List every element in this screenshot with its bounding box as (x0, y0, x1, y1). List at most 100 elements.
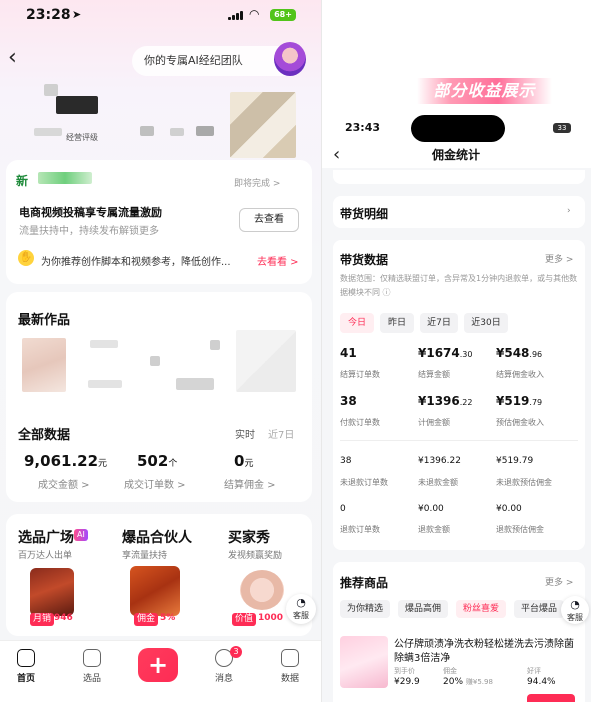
commissionable-amount: ¥1396.22 (418, 394, 472, 408)
chip-fans-favorite[interactable]: 粉丝喜爱 (456, 600, 506, 618)
right-status-time: 23:43 (345, 121, 381, 134)
promo-title: 电商视频投稿享专属流量激励 (19, 206, 162, 219)
latest-work-mosaic (150, 356, 160, 366)
recommended-more-link[interactable]: 更多 > (545, 575, 573, 588)
module-buyer-show-subtitle: 发视频赢奖励 (228, 551, 283, 561)
settled-commission-income-decimal: .96 (529, 350, 543, 359)
profile-meta-mosaic (140, 126, 154, 136)
chip-yesterday[interactable]: 昨日 (380, 313, 414, 333)
module-product-plaza-image[interactable] (30, 568, 74, 616)
module-product-plaza-title[interactable]: 选品广场 (18, 527, 74, 547)
right-customer-service-button[interactable]: ◔ 客服 (561, 596, 589, 624)
settled-amount-label: 结算金额 (418, 370, 450, 379)
battery-indicator: 68+ (270, 9, 296, 21)
module-buyer-show-value: 1000 (258, 613, 284, 623)
add-to-showcase-button[interactable] (527, 694, 575, 702)
product-price: ¥29.9 (394, 677, 420, 687)
stat-order-count: 502个 (137, 452, 177, 470)
recommend-tip-link[interactable]: 去看看 > (257, 253, 299, 268)
latest-works-title: 最新作品 (18, 313, 71, 328)
product-name[interactable]: 公仔牌顽渍净洗衣粉轻松搓洗去污渍除菌除螨3倍洁净 (394, 638, 580, 666)
ai-agent-pill-label: 你的专属AI经纪团队 (144, 54, 243, 67)
goods-data-title: 带货数据 (340, 253, 389, 267)
latest-work-mosaic (210, 340, 220, 350)
unrefunded-estimated-commission: ¥519.79 (496, 456, 534, 466)
settled-amount-value: ¥1674 (418, 346, 460, 360)
goods-data-divider (340, 440, 578, 441)
tab-selection-label: 选品 (82, 674, 101, 684)
headset-icon: ◔ (570, 598, 580, 611)
chip-picked-for-you[interactable]: 为你精选 (340, 600, 390, 618)
tab-data[interactable]: 数据 (270, 649, 310, 684)
chip-platform-hot[interactable]: 平台爆品 (514, 600, 564, 618)
recommend-tip-text: 为你推荐创作脚本和视频参考，降低创作... (41, 257, 231, 268)
hand-wave-icon: ✋ (18, 250, 34, 266)
all-data-title: 全部数据 (18, 428, 71, 443)
messages-badge: 3 (230, 646, 242, 658)
latest-work-mosaic (176, 378, 214, 390)
headset-icon: ◔ (296, 596, 306, 609)
tab-data-label: 数据 (280, 674, 299, 684)
module-product-plaza-subtitle: 百万达人出单 (18, 551, 73, 561)
latest-work-mosaic (236, 330, 296, 392)
chip-hot-high-commission[interactable]: 爆品高佣 (398, 600, 448, 618)
stat-settled-commission-unit: 元 (244, 459, 254, 469)
task-progress-link[interactable]: 即将完成 > (234, 176, 280, 189)
module-hot-partner-title[interactable]: 爆品合伙人 (122, 527, 192, 547)
recommended-title: 推荐商品 (340, 576, 389, 590)
stat-deal-amount-unit: 元 (98, 459, 108, 469)
promo-subtitle: 流量扶持中，持续发布解锁更多 (19, 226, 159, 237)
stat-deal-amount-value: 9,061.22 (24, 452, 99, 470)
chip-last-30-days[interactable]: 近30日 (464, 313, 508, 333)
goods-data-more-link[interactable]: 更多 > (545, 252, 573, 265)
product-price-label: 到手价 (394, 667, 415, 675)
refund-order-count: 0 (340, 504, 346, 514)
module-hot-partner-commission: 5% (160, 613, 176, 623)
stat-order-count-label[interactable]: 成交订单数 > (124, 476, 186, 491)
module-buyer-show-title[interactable]: 买家秀 (228, 527, 270, 547)
ai-agent-avatar[interactable] (274, 42, 306, 76)
profile-name-mosaic (56, 96, 98, 114)
screenshot-divider (321, 0, 322, 702)
tab-realtime[interactable]: 实时 (235, 426, 255, 441)
chart-icon (281, 649, 299, 667)
module-hot-partner-image[interactable] (130, 566, 180, 616)
settled-amount: ¥1674.30 (418, 346, 472, 360)
back-chevron-icon[interactable]: ‹ (8, 46, 28, 70)
chevron-right-icon: › (567, 206, 571, 216)
product-commission-rate: 20% (443, 677, 464, 687)
latest-work-thumbnail[interactable] (22, 338, 66, 392)
profile-meta-mosaic (170, 128, 184, 136)
latest-work-mosaic (88, 380, 122, 388)
customer-service-button[interactable]: ◔ 客服 (286, 594, 316, 624)
module-buyer-show-image[interactable] (240, 570, 284, 610)
task-mosaic (38, 172, 92, 184)
unrefunded-estimated-commission-label: 未退款预估佣金 (496, 478, 552, 487)
tab-home[interactable]: 首页 (6, 649, 46, 684)
refund-estimated-commission: ¥0.00 (496, 504, 522, 514)
profile-id-mosaic (34, 128, 62, 136)
promo-view-button[interactable]: 去查看 (239, 208, 299, 232)
wifi-icon: ◠ (249, 7, 260, 21)
estimated-commission-income-decimal: .79 (529, 398, 543, 407)
chip-today[interactable]: 今日 (340, 313, 374, 333)
goods-data-description: 数据范围：仅精选联盟订单，含异常及1分钟内退款单，或与其他数据模块不同 ⓘ (340, 274, 578, 297)
stat-order-count-unit: 个 (168, 459, 178, 469)
product-thumbnail[interactable] (340, 636, 388, 688)
tab-home-label: 首页 (16, 674, 35, 684)
stat-settled-commission: 0元 (234, 452, 253, 470)
stat-deal-amount-label[interactable]: 成交金额 > (38, 476, 90, 491)
refund-estimated-commission-label: 退款预估佣金 (496, 525, 544, 534)
goods-detail-label: 带货明细 (340, 207, 389, 221)
page-title: 佣金统计 (431, 148, 480, 162)
tab-selection[interactable]: 选品 (72, 649, 112, 684)
profile-meta-mosaic (196, 126, 214, 136)
module-buyer-show-tag: 价值 (232, 613, 257, 626)
create-plus-button[interactable]: + (138, 648, 178, 682)
tab-last-7-days[interactable]: 近7日 (268, 426, 294, 441)
stat-settled-commission-label[interactable]: 结算佣金 > (224, 476, 276, 491)
right-battery-indicator: 33 (553, 123, 571, 133)
chip-last-7-days[interactable]: 近7日 (420, 313, 458, 333)
product-rating: 94.4% (527, 677, 556, 687)
top-card-edge (333, 170, 585, 184)
